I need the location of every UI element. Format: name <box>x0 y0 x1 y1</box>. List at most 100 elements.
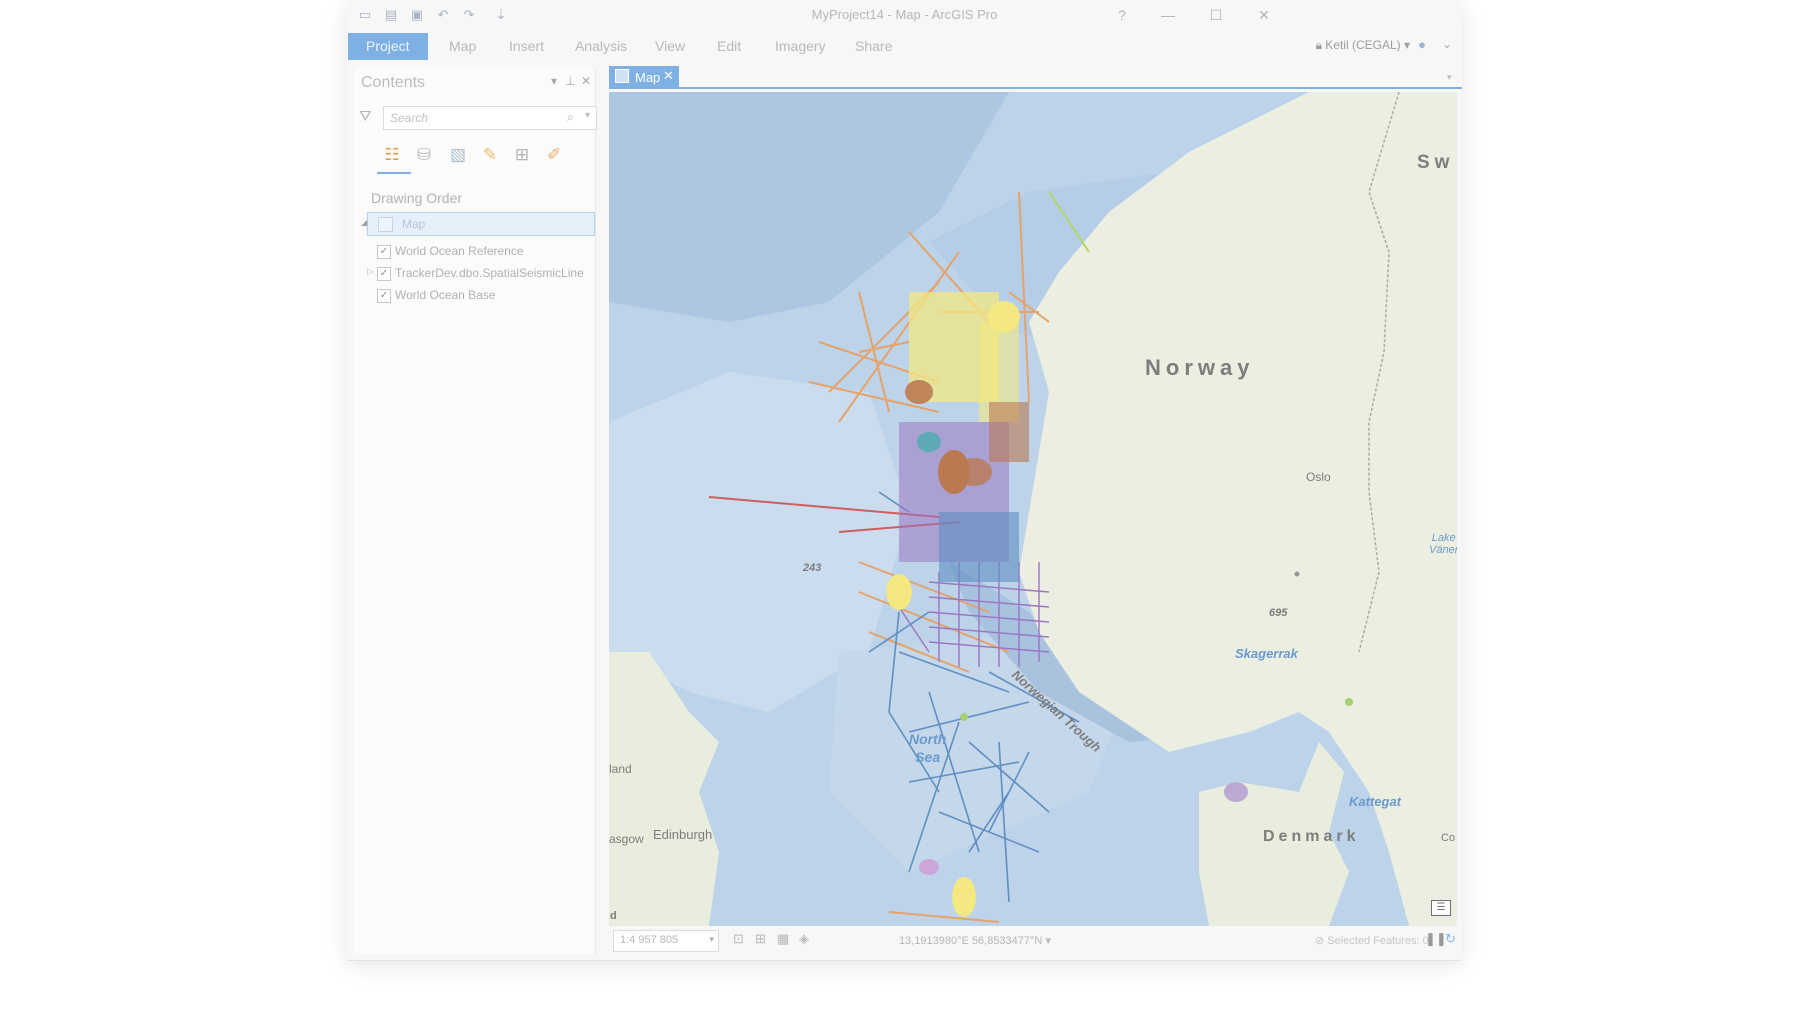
close-button[interactable]: ✕ <box>1249 4 1279 26</box>
full-extent-icon[interactable]: ⊞ <box>755 931 766 947</box>
pause-icon[interactable]: ❚❚ <box>1425 931 1447 947</box>
coordinate-readout: 13,1913980°E 56,8533477°N ▾ <box>899 934 1051 947</box>
tab-list-icon[interactable]: ▾ <box>1447 72 1452 83</box>
map-view[interactable]: Norway Sw Denmark Oslo Lake Väner 243 69… <box>609 92 1457 926</box>
coordinates-value: 13,1913980°E 56,8533477°N <box>899 935 1043 947</box>
tab-share[interactable]: Share <box>851 33 896 60</box>
attribution-icon[interactable]: ☰ <box>1431 900 1451 916</box>
tab-insert[interactable]: Insert <box>505 33 548 60</box>
list-by-labeling-icon[interactable]: ✐ <box>543 144 565 166</box>
selection-icon: ⊘ <box>1315 935 1328 947</box>
pink-survey <box>919 859 939 875</box>
tab-imagery[interactable]: Imagery <box>771 33 830 60</box>
layer-label: World Ocean Reference <box>395 244 524 258</box>
list-by-editing-icon[interactable]: ✎ <box>479 144 501 166</box>
search-options-icon[interactable]: ▾ <box>585 110 590 121</box>
notifications-icon[interactable]: ● <box>1418 37 1426 52</box>
search-input[interactable]: Search ⌕ ▾ <box>383 106 597 130</box>
list-by-data-source-icon[interactable]: ⛁ <box>413 144 435 166</box>
layer-item[interactable]: ✓ World Ocean Base <box>377 286 595 306</box>
help-button[interactable]: ? <box>1107 4 1137 26</box>
close-tab-icon[interactable]: ✕ <box>663 68 674 84</box>
map-view-tab[interactable]: Map ✕ <box>609 66 679 88</box>
pin-icon[interactable]: ⊥ <box>565 74 575 88</box>
user-account[interactable]: 🔒︎ Ketil (CEGAL) ▾ <box>1316 38 1410 53</box>
tab-project[interactable]: Project <box>348 33 428 60</box>
tab-analysis[interactable]: Analysis <box>571 33 631 60</box>
layer-visibility-checkbox[interactable]: ✓ <box>377 289 391 303</box>
map-node[interactable]: ◢ Map <box>361 212 595 236</box>
label-copenhagen: Co <box>1441 832 1456 844</box>
layer-visibility-checkbox[interactable]: ✓ <box>377 267 391 281</box>
pane-close-icon[interactable]: ✕ <box>581 74 591 88</box>
search-icon[interactable]: ⌕ <box>567 110 574 125</box>
brown-survey <box>905 380 933 404</box>
arcgis-window: ▭ ▤ ▣ ↶ ↷ ⇣ MyProject14 - Map - ArcGIS P… <box>347 0 1462 961</box>
green-survey <box>1345 698 1353 706</box>
yellow-survey <box>988 301 1020 333</box>
selected-features[interactable]: ⊘ Selected Features: 0 <box>1315 934 1429 947</box>
tab-view[interactable]: View <box>651 33 689 60</box>
chevron-down-icon: ▾ <box>1400 38 1410 52</box>
layer-visibility-checkbox[interactable]: ✓ <box>377 245 391 259</box>
map-status-bar: 1:4 957 805 ▾ ⊡ ⊞ ▦ ◈ 13,1913980°E 56,85… <box>609 928 1462 954</box>
label-skagerrak: Skagerrak <box>1235 646 1298 661</box>
filter-icon[interactable]: ⛛ <box>359 108 372 125</box>
label-corner: d <box>610 910 617 922</box>
maximize-button[interactable]: ☐ <box>1201 4 1231 26</box>
layer-label: TrackerDev.dbo.SpatialSeismicLine <box>395 266 584 280</box>
blue-survey <box>939 512 1019 582</box>
label-glasgow: asgow <box>609 832 644 846</box>
chevron-down-icon: ▾ <box>709 934 714 944</box>
layer-label: World Ocean Base <box>395 288 496 302</box>
ribbon-tabs: Project Map Insert Analysis View Edit Im… <box>347 33 1462 61</box>
lilac-survey <box>1224 782 1248 802</box>
title-bar: ▭ ▤ ▣ ↶ ↷ ⇣ MyProject14 - Map - ArcGIS P… <box>347 0 1462 32</box>
pane-options-icon[interactable]: ▾ <box>551 74 557 88</box>
yellow-survey <box>952 877 976 917</box>
selected-features-label: Selected Features: 0 <box>1327 935 1429 947</box>
contents-pane: Contents ▾ ⊥ ✕ ⛛ Search ⌕ ▾ ☷ ⛁ ▧ ✎ ⊞ ✐ … <box>355 68 597 954</box>
collapse-triangle-icon[interactable]: ◢ <box>361 218 367 227</box>
map-canvas[interactable] <box>609 92 1457 926</box>
chevron-down-icon[interactable]: ▾ <box>1045 935 1051 947</box>
teal-survey <box>917 432 941 452</box>
label-edinburgh: Edinburgh <box>653 827 713 842</box>
map-icon <box>378 217 393 232</box>
rotation-icon[interactable]: ◈ <box>799 931 809 947</box>
scale-selector[interactable]: 1:4 957 805 ▾ <box>613 930 719 952</box>
minimize-button[interactable]: — <box>1153 4 1183 26</box>
oslo-marker <box>1294 571 1300 577</box>
map-tab-label: Map <box>635 70 661 85</box>
label-scotland: land <box>609 762 632 776</box>
ribbon-collapse-icon[interactable]: ⌄ <box>1442 37 1452 51</box>
list-by-snapping-icon[interactable]: ⊞ <box>511 144 533 166</box>
brown-survey <box>956 458 992 486</box>
label-north-sea: North Sea <box>909 731 947 765</box>
list-by-selection-icon[interactable]: ▧ <box>447 144 469 166</box>
layer-item[interactable]: ▷ ✓ TrackerDev.dbo.SpatialSeismicLine <box>367 264 595 284</box>
window-title: MyProject14 - Map - ArcGIS Pro <box>811 7 998 22</box>
map-tab-underline <box>609 87 1462 89</box>
map-tab-icon <box>615 69 629 83</box>
label-norway: Norway <box>1145 355 1255 380</box>
brown-survey <box>989 402 1029 462</box>
refresh-icon[interactable]: ↻ <box>1445 931 1456 947</box>
tab-map[interactable]: Map <box>445 33 480 60</box>
tab-edit[interactable]: Edit <box>713 33 745 60</box>
grid-icon[interactable]: ▦ <box>777 931 789 947</box>
label-depth-243: 243 <box>803 562 822 574</box>
expand-triangle-icon[interactable]: ▷ <box>367 267 373 276</box>
drawing-order-heading: Drawing Order <box>371 190 463 206</box>
fixed-zoom-icon[interactable]: ⊡ <box>733 931 744 947</box>
label-sweden: Sw <box>1417 152 1455 173</box>
list-by-drawing-order-icon[interactable]: ☷ <box>381 144 403 166</box>
label-denmark: Denmark <box>1263 828 1360 845</box>
lock-icon: 🔒︎ <box>1315 38 1326 52</box>
layer-item[interactable]: ✓ World Ocean Reference <box>377 242 595 262</box>
active-tool-indicator <box>377 172 411 174</box>
user-name: Ketil (CEGAL) <box>1325 38 1401 52</box>
label-depth-695: 695 <box>1269 607 1288 619</box>
yellow-survey <box>886 574 912 610</box>
contents-title: Contents <box>361 74 426 91</box>
